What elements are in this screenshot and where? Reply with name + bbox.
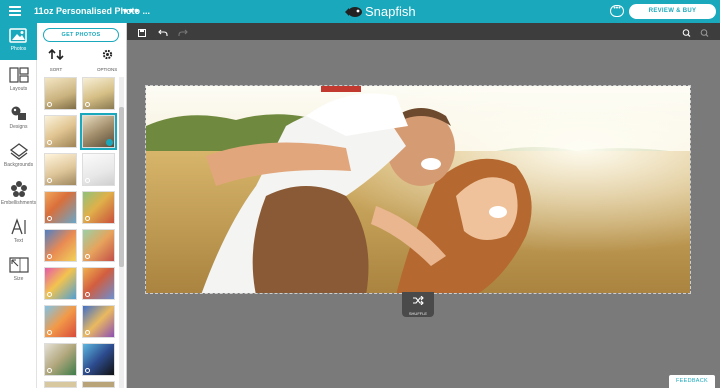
- selected-check-icon: [106, 139, 113, 146]
- rail-item-photos[interactable]: Photos: [0, 23, 37, 60]
- photo-thumbnail[interactable]: [44, 115, 77, 148]
- photo-thumbnail[interactable]: [44, 305, 77, 338]
- used-indicator-icon: [85, 216, 90, 221]
- thumbnails-scrollbar[interactable]: [119, 77, 124, 388]
- editor-toolbar: SAVE UNDO REDO ZOOM: [127, 23, 720, 48]
- rail-label-photos: Photos: [10, 46, 27, 52]
- rail-label-designs: Designs: [9, 124, 28, 130]
- photo-thumbnail[interactable]: [44, 191, 77, 224]
- used-indicator-icon: [47, 140, 52, 145]
- used-indicator-icon: [47, 102, 52, 107]
- photos-icon: [8, 28, 27, 43]
- rail-item-designs[interactable]: Designs: [0, 101, 37, 138]
- redo-icon: [178, 29, 188, 36]
- used-indicator-icon: [47, 178, 52, 183]
- save-icon: [138, 29, 146, 37]
- rail-item-backgrounds[interactable]: Backgrounds: [0, 139, 37, 176]
- layouts-icon: [8, 67, 29, 83]
- family-photo: [146, 86, 690, 293]
- photo-thumbnail[interactable]: [82, 229, 115, 262]
- photo-thumbnail[interactable]: [82, 343, 115, 376]
- editor-canvas: SHUFFLE: [127, 40, 720, 388]
- used-indicator-icon: [85, 178, 90, 183]
- backgrounds-icon: [9, 143, 28, 160]
- used-indicator-icon: [47, 254, 52, 259]
- shuffle-icon: [413, 295, 424, 306]
- photos-panel: GET PHOTOS SORT OPTIONS: [37, 23, 127, 388]
- photo-thumbnail[interactable]: [82, 77, 115, 110]
- used-indicator-icon: [47, 216, 52, 221]
- get-photos-button[interactable]: GET PHOTOS: [43, 28, 119, 42]
- sort-label: SORT: [49, 67, 63, 72]
- rail-item-layouts[interactable]: Layouts: [0, 63, 37, 100]
- photo-thumbnail[interactable]: [82, 191, 115, 224]
- rail-item-embellishments[interactable]: Embellishments: [0, 177, 37, 214]
- shuffle-label: SHUFFLE: [408, 311, 428, 316]
- brand-logo: Snapfish: [344, 3, 416, 20]
- photo-thumbnail[interactable]: [44, 229, 77, 262]
- rail-label-size: Size: [13, 276, 24, 282]
- shuffle-button[interactable]: SHUFFLE: [402, 292, 434, 317]
- rail-label-text: Text: [13, 238, 24, 244]
- options-label: OPTIONS: [97, 67, 118, 72]
- used-indicator-icon: [85, 330, 90, 335]
- gear-icon: [102, 49, 112, 60]
- photo-thumbnail[interactable]: [82, 267, 115, 300]
- zoom-out-icon[interactable]: [700, 29, 709, 37]
- rail-label-layouts: Layouts: [9, 86, 28, 92]
- more-options-icon[interactable]: •••: [123, 3, 140, 18]
- chat-button[interactable]: •••: [610, 5, 624, 17]
- feedback-button[interactable]: FEEDBACK: [669, 375, 715, 388]
- rail-item-size[interactable]: Size: [0, 253, 37, 290]
- photo-thumbnail[interactable]: [44, 267, 77, 300]
- used-indicator-icon: [85, 102, 90, 107]
- used-indicator-icon: [47, 330, 52, 335]
- photo-thumbnail[interactable]: [82, 381, 115, 388]
- review-and-buy-button[interactable]: REVIEW & BUY: [629, 4, 716, 19]
- tool-rail: Photos Layouts Designs Backgrounds Embel…: [0, 23, 37, 388]
- photo-thumbnail[interactable]: [82, 305, 115, 338]
- photo-thumbnail[interactable]: [44, 381, 77, 388]
- top-bar: 11oz Personalised Photo ... ••• Snapfish…: [0, 0, 720, 23]
- photo-thumbnail-selected[interactable]: [80, 113, 117, 150]
- zoom-in-icon[interactable]: [682, 29, 691, 37]
- zoom-icons: [682, 29, 709, 37]
- used-indicator-icon: [47, 368, 52, 373]
- used-indicator-icon: [85, 254, 90, 259]
- fish-logo-icon: [345, 6, 362, 17]
- undo-icon: [158, 29, 168, 36]
- photo-placeholder[interactable]: [145, 85, 691, 294]
- hamburger-menu-icon[interactable]: [9, 6, 21, 16]
- photo-thumbnail[interactable]: [44, 153, 77, 186]
- size-icon: [8, 257, 29, 273]
- photo-thumbnail[interactable]: [44, 77, 77, 110]
- used-indicator-icon: [85, 292, 90, 297]
- rail-item-text[interactable]: Text: [0, 215, 37, 252]
- rail-label-embellishments: Embellishments: [0, 200, 37, 206]
- designs-icon: [11, 106, 26, 120]
- embellishments-icon: [10, 181, 27, 197]
- options-button[interactable]: OPTIONS: [97, 47, 117, 72]
- photo-thumbnail[interactable]: [44, 343, 77, 376]
- sort-button[interactable]: SORT: [47, 47, 65, 72]
- brand-name: Snapfish: [365, 4, 416, 19]
- rail-label-backgrounds: Backgrounds: [3, 162, 34, 168]
- sort-arrows-icon: [48, 48, 64, 61]
- text-icon: [10, 218, 26, 235]
- photo-thumbnail[interactable]: [82, 153, 115, 186]
- used-indicator-icon: [47, 292, 52, 297]
- scrollbar-thumb[interactable]: [119, 107, 124, 267]
- used-indicator-icon: [85, 368, 90, 373]
